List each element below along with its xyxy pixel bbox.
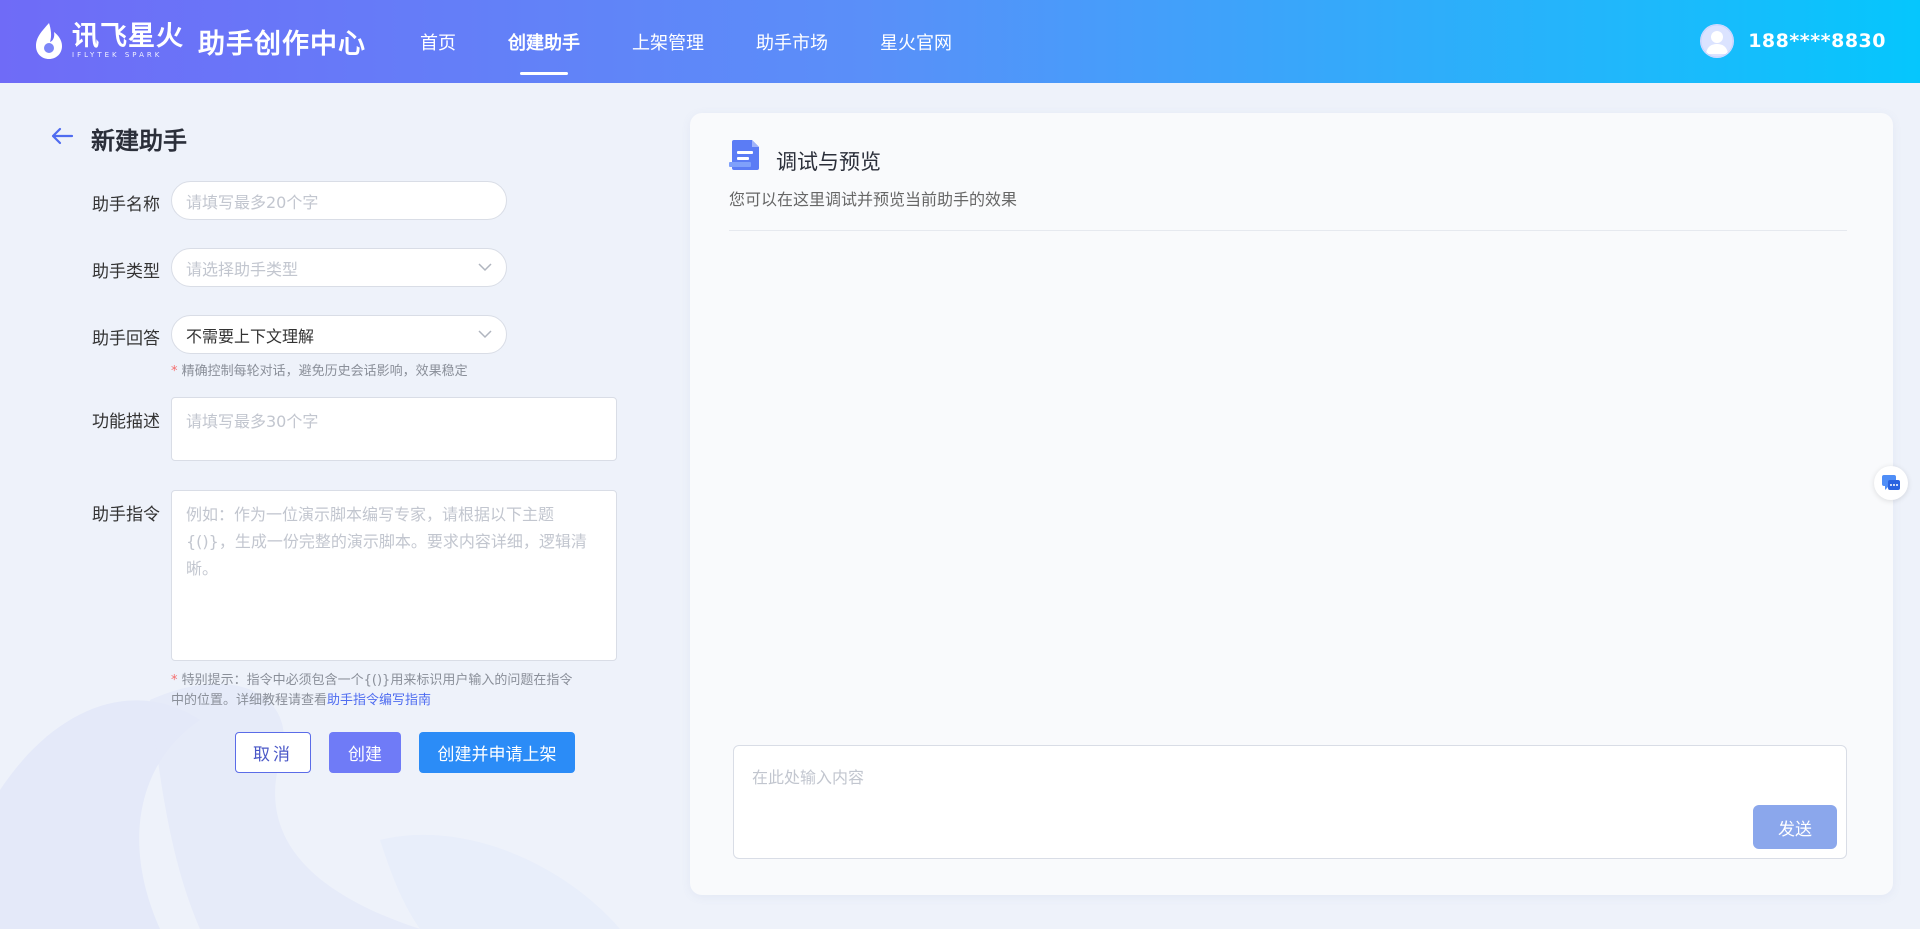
instruction-placeholder: 例如：作为一位演示脚本编写专家，请根据以下主题{()}，生成一份完整的演示脚本。… bbox=[186, 505, 587, 578]
instruction-textarea[interactable]: 例如：作为一位演示脚本编写专家，请根据以下主题{()}，生成一份完整的演示脚本。… bbox=[171, 490, 617, 661]
send-button[interactable]: 发送 bbox=[1753, 805, 1837, 849]
floating-assistant-button[interactable] bbox=[1874, 466, 1908, 500]
preview-divider bbox=[729, 230, 1847, 231]
instruction-guide-link[interactable]: 助手指令编写指南 bbox=[327, 693, 431, 708]
preview-title: 调试与预览 bbox=[776, 150, 881, 174]
user-phone: 188****8830 bbox=[1748, 30, 1886, 52]
top-header: 讯飞星火 IFLYTEK SPARK 助手创作中心 首页 创建助手 上架管理 助… bbox=[0, 0, 1920, 83]
assistant-answer-label: 助手回答 bbox=[92, 329, 160, 349]
site-title: 助手创作中心 bbox=[198, 28, 366, 60]
create-button[interactable]: 创建 bbox=[329, 732, 401, 773]
create-and-publish-button[interactable]: 创建并申请上架 bbox=[419, 732, 575, 773]
chat-input-placeholder: 在此处输入内容 bbox=[752, 768, 865, 787]
assistant-type-select[interactable]: 请选择助手类型 bbox=[171, 248, 507, 287]
assistant-type-label: 助手类型 bbox=[92, 262, 160, 282]
preview-panel: 调试与预览 您可以在这里调试并预览当前助手的效果 在此处输入内容 发送 bbox=[690, 113, 1893, 895]
main-nav: 首页 创建助手 上架管理 助手市场 星火官网 bbox=[420, 0, 1004, 83]
page-title: 新建助手 bbox=[91, 127, 187, 155]
assistant-answer-value: 不需要上下文理解 bbox=[186, 326, 315, 346]
spark-flame-icon bbox=[36, 23, 62, 59]
chevron-down-icon bbox=[478, 330, 492, 339]
chevron-down-icon bbox=[478, 263, 492, 272]
description-placeholder: 请填写最多30个字 bbox=[186, 412, 319, 431]
user-menu[interactable]: 188****8830 bbox=[1700, 24, 1886, 58]
brand-subtitle: IFLYTEK SPARK bbox=[72, 51, 163, 59]
chat-bubble-icon bbox=[1882, 475, 1900, 490]
preview-subtitle: 您可以在这里调试并预览当前助手的效果 bbox=[729, 190, 1018, 209]
instruction-hint: * 特别提示：指令中必须包含一个{()}用来标识用户输入的问题在指令 中的位置。… bbox=[171, 673, 573, 708]
assistant-type-placeholder: 请选择助手类型 bbox=[186, 259, 299, 279]
brand-name: 讯飞星火 bbox=[72, 21, 184, 52]
assistant-name-label: 助手名称 bbox=[92, 195, 160, 215]
cancel-button[interactable]: 取消 bbox=[235, 732, 311, 773]
avatar[interactable] bbox=[1700, 24, 1735, 58]
back-arrow-icon[interactable] bbox=[50, 126, 74, 146]
nav-listing-management[interactable]: 上架管理 bbox=[632, 0, 704, 83]
nav-create-assistant[interactable]: 创建助手 bbox=[508, 0, 580, 83]
brand-logo[interactable]: 讯飞星火 IFLYTEK SPARK 助手创作中心 bbox=[32, 20, 366, 62]
nav-home[interactable]: 首页 bbox=[420, 0, 456, 83]
assistant-answer-select[interactable]: 不需要上下文理解 bbox=[171, 315, 507, 354]
nav-spark-official-site[interactable]: 星火官网 bbox=[880, 0, 952, 83]
document-preview-icon bbox=[729, 140, 759, 170]
assistant-name-input[interactable]: 请填写最多20个字 bbox=[171, 181, 507, 220]
chat-input[interactable]: 在此处输入内容 发送 bbox=[733, 745, 1847, 859]
assistant-answer-hint: * 精确控制每轮对话，避免历史会话影响，效果稳定 bbox=[171, 364, 468, 379]
description-label: 功能描述 bbox=[92, 412, 160, 432]
instruction-label: 助手指令 bbox=[92, 505, 160, 525]
nav-assistant-market[interactable]: 助手市场 bbox=[756, 0, 828, 83]
description-textarea[interactable]: 请填写最多30个字 bbox=[171, 397, 617, 461]
assistant-name-placeholder: 请填写最多20个字 bbox=[186, 192, 319, 212]
user-icon bbox=[1700, 24, 1734, 58]
